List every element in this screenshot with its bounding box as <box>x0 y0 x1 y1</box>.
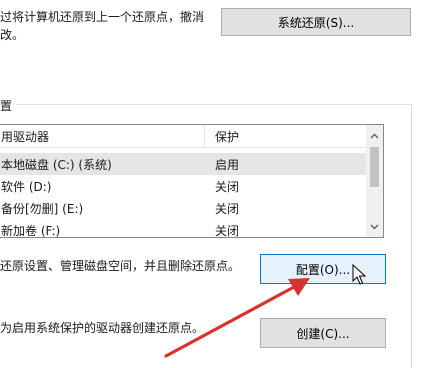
annotation-arrow-icon <box>164 278 310 358</box>
